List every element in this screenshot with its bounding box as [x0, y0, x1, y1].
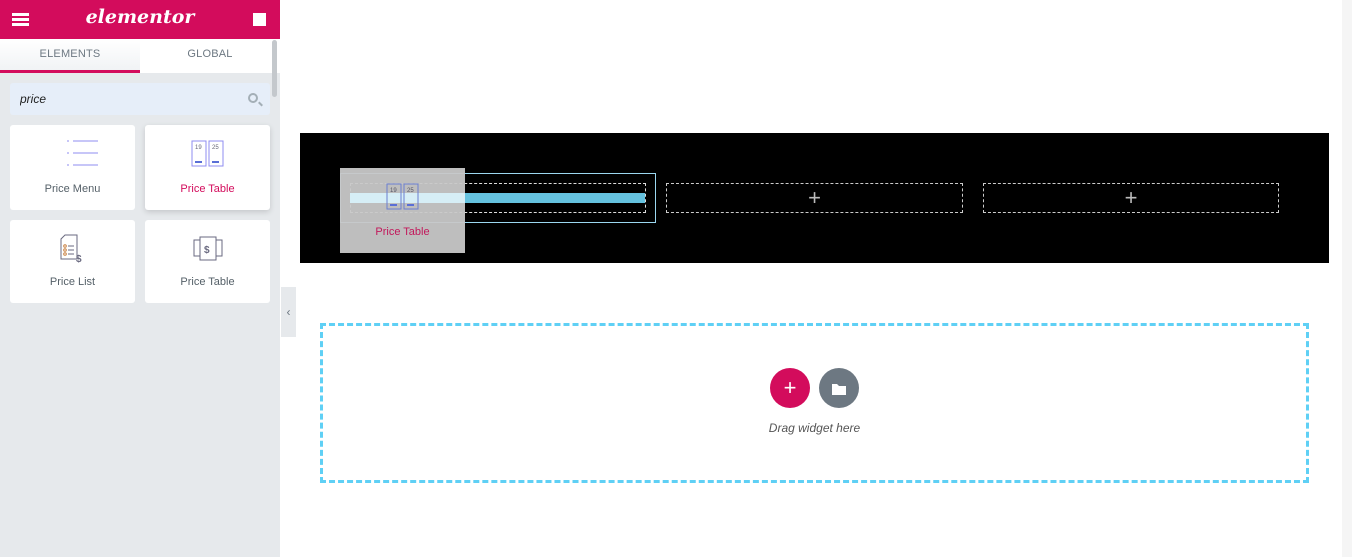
price-list-icon: $: [60, 234, 82, 264]
section-black[interactable]: + + 19 25 Price Table: [300, 133, 1329, 263]
widget-price-list[interactable]: $ Price List: [10, 220, 135, 303]
widget-price-menu[interactable]: Price Menu: [10, 125, 135, 210]
svg-text:25: 25: [212, 145, 219, 151]
plus-icon: +: [783, 375, 797, 400]
svg-text:25: 25: [407, 188, 414, 194]
canvas-scrollbar[interactable]: [1342, 0, 1352, 557]
drop-zone-text: Drag widget here: [768, 421, 861, 435]
grid-icon[interactable]: [253, 13, 266, 26]
add-template-button[interactable]: [819, 368, 859, 408]
price-table-icon: 19 25: [191, 140, 224, 167]
add-icon[interactable]: +: [1125, 185, 1138, 210]
widget-price-table[interactable]: 19 25 Price Table: [145, 125, 270, 210]
tab-elements[interactable]: ELEMENTS: [0, 39, 140, 73]
widget-price-table-2[interactable]: $ Price Table: [145, 220, 270, 303]
column-2-empty[interactable]: +: [666, 183, 963, 213]
widget-label: Price Table: [180, 276, 235, 288]
panel-scrollbar[interactable]: [272, 40, 277, 97]
svg-text:19: 19: [390, 188, 397, 194]
svg-text:$: $: [76, 254, 82, 264]
collapse-panel-button[interactable]: ‹: [281, 287, 296, 337]
add-section-button[interactable]: +: [770, 368, 810, 408]
drop-zone[interactable]: + Drag widget here: [320, 323, 1309, 483]
svg-text:$: $: [204, 245, 210, 256]
search-box: [10, 83, 270, 115]
folder-icon: [832, 384, 846, 395]
dragged-widget-label: Price Table: [375, 226, 430, 238]
widget-label: Price List: [49, 276, 96, 288]
column-3-empty[interactable]: +: [983, 183, 1279, 213]
price-table-icon: 19 25: [386, 183, 419, 210]
widget-label: Price Table: [180, 183, 235, 195]
editor-panel: elementor ELEMENTS GLOBAL Price Menu 192…: [0, 0, 280, 557]
elementor-logo: elementor: [85, 6, 195, 28]
svg-text:19: 19: [195, 145, 202, 151]
price-table-dollar-icon: $: [193, 236, 223, 261]
dragged-widget[interactable]: 19 25 Price Table: [340, 168, 465, 253]
search-icon: [248, 93, 258, 103]
tab-global[interactable]: GLOBAL: [140, 39, 280, 73]
add-icon[interactable]: +: [808, 185, 821, 210]
search-input[interactable]: [10, 83, 230, 115]
chevron-left-icon: ‹: [286, 305, 291, 319]
widget-label: Price Menu: [44, 183, 101, 195]
price-menu-icon: [67, 140, 98, 166]
panel-header: elementor: [0, 0, 280, 39]
